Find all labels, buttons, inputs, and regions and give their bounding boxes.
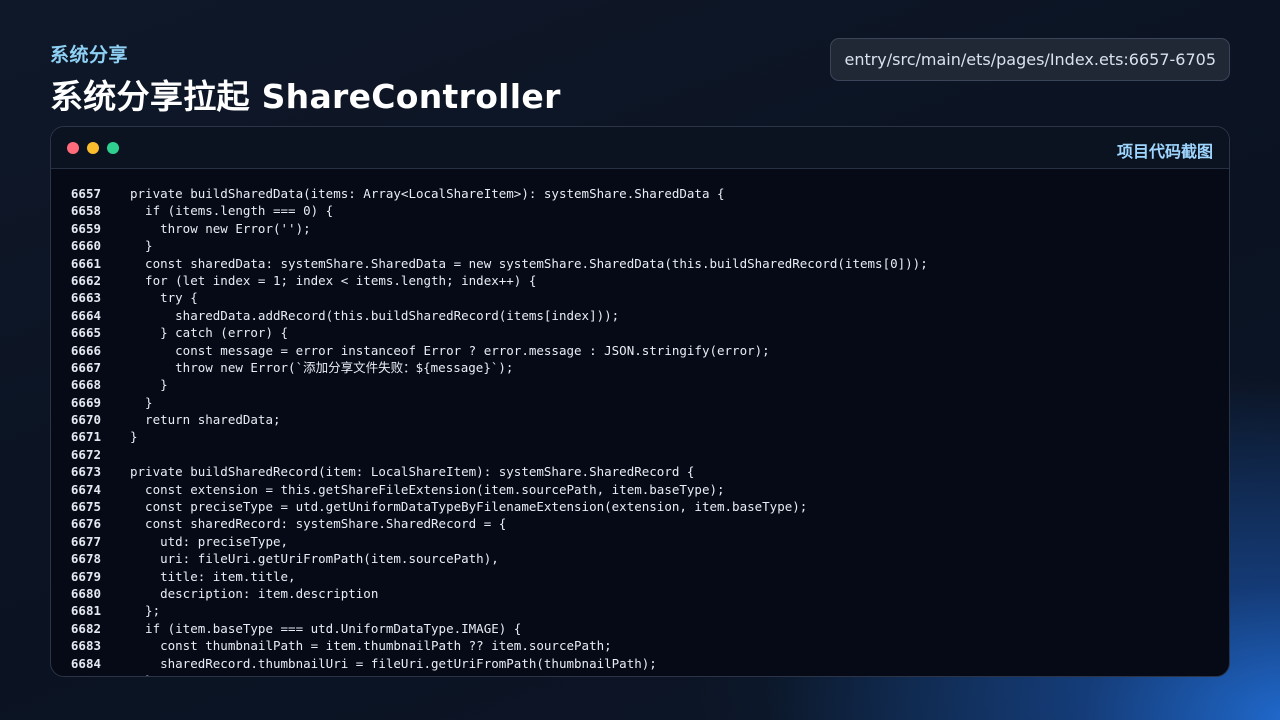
line-number: 6670: [70, 412, 101, 428]
code-line: 6659 throw new Error('');: [51, 220, 1229, 237]
code-text: const sharedRecord: systemShare.SharedRe…: [130, 516, 507, 532]
line-number: 6681: [70, 603, 101, 619]
code-line: 6676 const sharedRecord: systemShare.Sha…: [51, 515, 1229, 532]
line-number: 6677: [70, 533, 101, 549]
code-text: throw new Error('');: [130, 220, 311, 236]
line-number: 6664: [70, 307, 101, 323]
line-number: 6685: [51, 672, 101, 676]
code-line: 6668 }: [51, 376, 1229, 393]
code-text: const extension = this.getShareFileExten…: [130, 481, 725, 497]
code-text: sharedRecord.thumbnailUri = fileUri.getU…: [130, 655, 657, 671]
line-number: 6671: [70, 429, 101, 445]
code-text: throw new Error(`添加分享文件失败：${message}`);: [130, 359, 514, 375]
section-eyebrow: 系统分享: [50, 44, 129, 66]
code-line: 6674 const extension = this.getShareFile…: [51, 481, 1229, 498]
line-number: 6666: [70, 342, 101, 358]
line-number: 6675: [70, 499, 101, 515]
line-number: 6661: [70, 255, 101, 271]
code-window: 项目代码截图 6657 private buildSharedData(items…: [50, 126, 1230, 677]
code-text: const preciseType = utd.getUniformDataTy…: [130, 499, 808, 515]
code-line: 6667 throw new Error(`添加分享文件失败：${message…: [51, 359, 1229, 376]
line-number: 6680: [70, 585, 101, 601]
code-text: }: [130, 238, 153, 254]
code-line: 6680 description: item.description: [51, 585, 1229, 602]
code-body: 6657 private buildSharedData(items: Array…: [51, 169, 1229, 676]
code-text: }: [101, 672, 153, 676]
line-number: 6657: [70, 186, 101, 201]
line-number: 6674: [70, 481, 101, 497]
code-line: 6666 const message = error instanceof Er…: [51, 342, 1229, 359]
code-text: title: item.title,: [130, 568, 296, 584]
code-text: for (let index = 1; index < items.length…: [130, 272, 537, 288]
line-number: 6682: [70, 620, 101, 636]
code-text: }: [130, 429, 138, 445]
code-line: 6669 }: [51, 394, 1229, 411]
code-line: 6664 sharedData.addRecord(this.buildShar…: [51, 307, 1229, 324]
code-line: 6663 try {: [51, 289, 1229, 306]
code-text: private buildSharedRecord(item: LocalSha…: [130, 464, 695, 480]
code-text: description: item.description: [130, 585, 379, 601]
line-number: 6679: [70, 568, 101, 584]
close-dot-icon: [67, 141, 79, 154]
code-line: 6682 if (item.baseType === utd.UniformDa…: [51, 620, 1229, 637]
line-number: 6665: [70, 325, 101, 341]
window-label: 项目代码截图: [1116, 142, 1213, 161]
code-line: 6657 private buildSharedData(items: Array…: [51, 185, 1229, 202]
line-number: 6669: [70, 394, 101, 410]
line-number: 6660: [70, 238, 101, 254]
line-number: 6658: [70, 203, 101, 219]
code-text: const thumbnailPath = item.thumbnailPath…: [130, 638, 612, 654]
line-number: 6672: [70, 446, 101, 462]
code-text: uri: fileUri.getUriFromPath(item.sourceP…: [130, 551, 499, 567]
code-line: 6662 for (let index = 1; index < items.l…: [51, 272, 1229, 289]
line-number: 6678: [70, 551, 101, 567]
line-number: 6673: [70, 464, 101, 480]
code-line: 6661 const sharedData: systemShare.Share…: [51, 255, 1229, 272]
code-line: 6660 }: [51, 237, 1229, 254]
window-titlebar: 项目代码截图: [51, 127, 1229, 169]
code-line: 6684 sharedRecord.thumbnailUri = fileUri…: [51, 655, 1229, 672]
line-number: 6676: [70, 516, 101, 532]
line-number: 6662: [70, 272, 101, 288]
code-text: utd: preciseType,: [130, 533, 289, 549]
line-number: 6668: [70, 377, 101, 393]
code-text: }: [130, 377, 168, 393]
file-path-badge: entry/src/main/ets/pages/Index.ets:6657-…: [830, 38, 1230, 81]
code-text: };: [130, 603, 161, 619]
code-text: try {: [130, 290, 198, 306]
code-text: const sharedData: systemShare.SharedData…: [130, 255, 928, 271]
code-line: 6685 }: [51, 672, 1229, 676]
page-title: 系统分享拉起 ShareController: [50, 77, 561, 116]
code-text: return sharedData;: [130, 412, 281, 428]
code-line: 6683 const thumbnailPath = item.thumbnai…: [51, 637, 1229, 654]
code-text: private buildSharedData(items: Array<Loc…: [130, 186, 725, 201]
code-text: } catch (error) {: [130, 325, 289, 341]
code-text: if (item.baseType === utd.UniformDataTyp…: [130, 620, 522, 636]
code-line: 6679 title: item.title,: [51, 568, 1229, 585]
code-line: 6672: [51, 446, 1229, 463]
code-text: if (items.length === 0) {: [130, 203, 334, 219]
code-text: }: [130, 394, 153, 410]
code-line: 6670 return sharedData;: [51, 411, 1229, 428]
code-line: 6677 utd: preciseType,: [51, 533, 1229, 550]
code-line: 6678 uri: fileUri.getUriFromPath(item.so…: [51, 550, 1229, 567]
code-text: sharedData.addRecord(this.buildSharedRec…: [130, 307, 620, 323]
code-line: 6681 };: [51, 602, 1229, 619]
code-text: const message = error instanceof Error ?…: [130, 342, 770, 358]
minimize-dot-icon: [87, 141, 99, 154]
line-number: 6683: [70, 638, 101, 654]
code-line: 6675 const preciseType = utd.getUniformD…: [51, 498, 1229, 515]
line-number: 6663: [70, 290, 101, 306]
maximize-dot-icon: [107, 141, 119, 154]
code-line: 6671}: [51, 428, 1229, 445]
line-number: 6667: [70, 359, 101, 375]
code-line: 6673 private buildSharedRecord(item: Loca…: [51, 463, 1229, 480]
code-line: 6665 } catch (error) {: [51, 324, 1229, 341]
code-line: 6658 if (items.length === 0) {: [51, 202, 1229, 219]
line-number: 6659: [70, 220, 101, 236]
line-number: 6684: [70, 655, 101, 671]
